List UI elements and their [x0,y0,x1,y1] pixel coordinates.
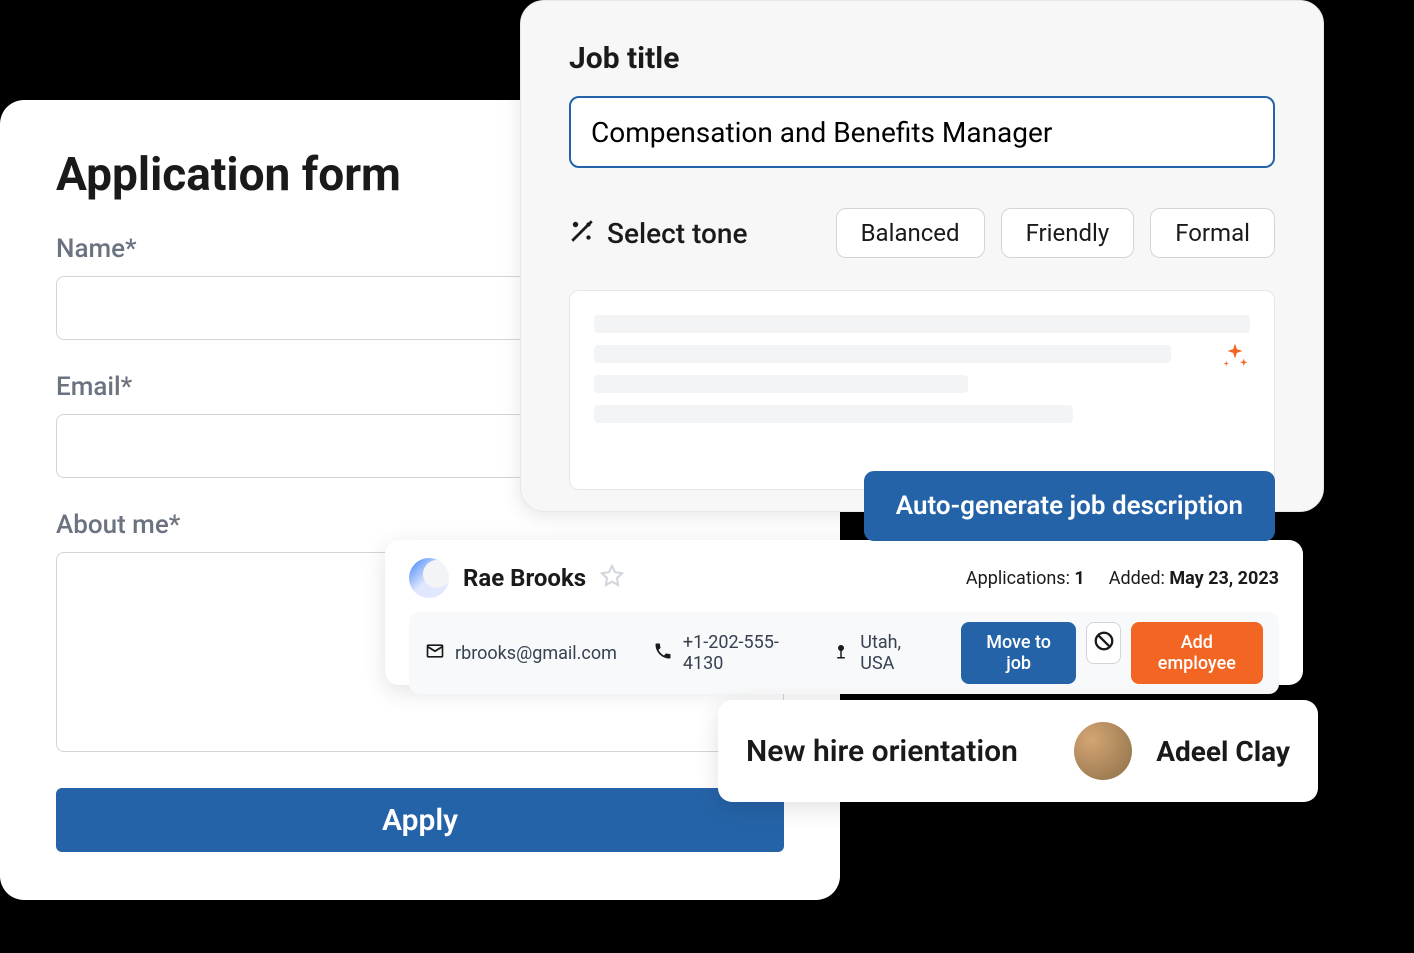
add-employee-button[interactable]: Add employee [1131,622,1263,684]
phone-icon [653,641,673,666]
job-title-label: Job title [569,41,1275,76]
tone-formal-button[interactable]: Formal [1150,208,1275,258]
added-label: Added: [1109,568,1165,589]
candidate-meta: Applications: 1 Added: May 23, 2023 [966,568,1279,589]
pin-icon [832,641,850,666]
sparkle-icon [1220,341,1250,375]
applications-value: 1 [1074,568,1084,589]
candidate-card: Rae Brooks Applications: 1 Added: May 23… [385,540,1303,685]
magic-wand-icon [569,218,595,248]
candidate-location: Utah, USA [832,632,925,674]
block-icon [1093,630,1115,656]
skeleton-line [594,405,1073,423]
select-tone-label: Select tone [607,217,747,250]
star-icon[interactable] [600,564,624,592]
tone-selector-row: Select tone Balanced Friendly Formal [569,208,1275,258]
orientation-title: New hire orientation [746,734,1050,769]
job-title-input[interactable] [569,96,1275,168]
applications-label: Applications: [966,568,1070,589]
envelope-icon [425,641,445,666]
skeleton-line [594,345,1171,363]
skeleton-line [594,315,1250,333]
candidate-email: rbrooks@gmail.com [425,641,617,666]
added-value: May 23, 2023 [1169,568,1279,589]
orientation-card: New hire orientation Adeel Clay [718,700,1318,802]
candidate-header: Rae Brooks Applications: 1 Added: May 23… [409,558,1279,598]
tone-balanced-button[interactable]: Balanced [836,208,985,258]
move-to-job-button[interactable]: Move to job [961,622,1077,684]
block-button[interactable] [1086,622,1120,664]
skeleton-line [594,375,968,393]
candidate-phone: +1-202-555-4130 [653,632,796,674]
job-description-card: Job title Select tone Balanced Friendly … [520,0,1324,512]
about-label: About me* [56,510,784,540]
auto-generate-button[interactable]: Auto-generate job description [864,471,1275,541]
orientation-person-name: Adeel Clay [1156,735,1290,768]
apply-button[interactable]: Apply [56,788,784,852]
candidate-avatar [409,558,449,598]
tone-friendly-button[interactable]: Friendly [1001,208,1135,258]
candidate-details-row: rbrooks@gmail.com +1-202-555-4130 Utah, … [409,612,1279,694]
candidate-name: Rae Brooks [463,564,586,592]
person-avatar [1074,722,1132,780]
job-description-area [569,290,1275,490]
candidate-actions: Move to job Add employee [961,622,1263,684]
